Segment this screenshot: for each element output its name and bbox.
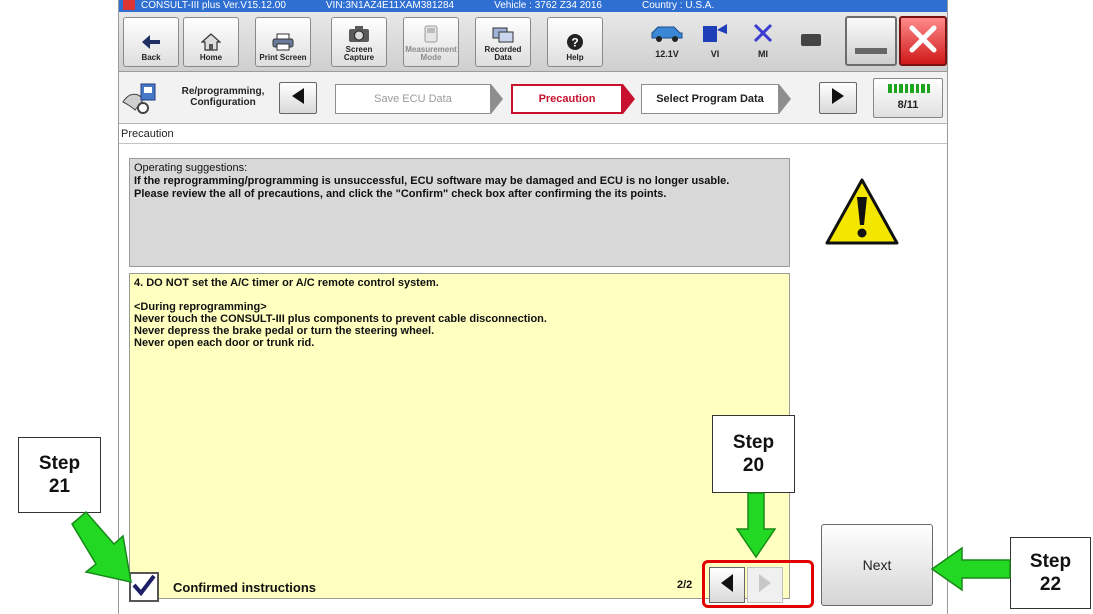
step-22-arrow-icon: [930, 546, 1011, 592]
mi-status: MI: [745, 20, 781, 64]
main-content: Operating suggestions: If the reprogramm…: [119, 145, 947, 614]
page-counter: 2/2: [677, 579, 693, 591]
confirm-label: Confirmed instructions: [173, 579, 317, 595]
step-21-arrow-icon: [71, 510, 132, 583]
progress-segment: [926, 84, 930, 93]
consult-app-window: CONSULT-III plus Ver.V15.12.00 VIN:3N1AZ…: [118, 0, 948, 614]
precaution-item: 4. DO NOT set the A/C timer or A/C remot…: [134, 277, 439, 289]
breadcrumb-bar: Re/programming, Configuration Save ECU D…: [119, 72, 947, 124]
help-icon: ?: [564, 33, 586, 51]
car-battery-icon: [650, 20, 684, 46]
app-logo-icon: [123, 0, 135, 10]
screen-capture-button[interactable]: Screen Capture: [331, 17, 387, 67]
progress-segment: [910, 84, 914, 93]
precaution-line: Never touch the CONSULT-III plus compone…: [134, 313, 547, 325]
print-screen-button[interactable]: Print Screen: [255, 17, 311, 67]
title-vin: VIN:3N1AZ4E11XAM381284: [325, 0, 455, 11]
home-icon: [200, 33, 222, 51]
help-button[interactable]: ? Help: [547, 17, 603, 67]
triangle-left-icon: [290, 87, 306, 110]
precaution-line: Never depress the brake pedal or turn th…: [134, 325, 435, 337]
breadcrumb-title: Re/programming, Configuration: [181, 86, 265, 108]
battery-indicator-icon: [801, 34, 821, 46]
progress-segment: [893, 84, 897, 93]
close-icon: [908, 24, 938, 59]
home-button[interactable]: Home: [183, 17, 239, 67]
progress-segment: [899, 84, 903, 93]
suggestion-line: Please review the all of precautions, an…: [134, 188, 667, 200]
measurement-icon: [420, 25, 442, 43]
warning-icon: [824, 177, 900, 247]
close-button[interactable]: [899, 16, 947, 66]
battery-voltage-status: 12.1V: [649, 20, 685, 64]
toolbar: Back Home Print Screen Screen Capture Me…: [119, 12, 947, 72]
progress-segment: [888, 84, 892, 93]
reprogramming-icon: [121, 80, 159, 116]
title-app-version: CONSULT-III plus Ver.V15.12.00: [141, 0, 286, 11]
back-button[interactable]: Back: [123, 17, 179, 67]
title-country: Country : U.S.A.: [642, 0, 715, 11]
step-divider-arrow: [779, 84, 791, 114]
step-21-callout: Step 21: [18, 437, 101, 513]
minimize-button[interactable]: [845, 16, 897, 66]
confirm-row: Confirmed instructions: [129, 571, 529, 603]
recorded-data-button[interactable]: Recorded Data: [475, 17, 531, 67]
suggestions-heading: Operating suggestions:: [134, 162, 248, 174]
step-precaution: Precaution: [511, 84, 623, 114]
suggestion-line: If the reprogramming/programming is unsu…: [134, 175, 730, 187]
step-progress: 8/11: [873, 78, 943, 118]
title-bar: CONSULT-III plus Ver.V15.12.00 VIN:3N1AZ…: [119, 0, 947, 12]
step-22-callout: Step 22: [1010, 537, 1091, 609]
vi-status: VI: [697, 20, 733, 64]
vi-connection-icon: [701, 20, 729, 46]
progress-segment: [915, 84, 919, 93]
step-20-arrow-icon: [735, 492, 777, 559]
step-select-program-data: Select Program Data: [641, 84, 779, 114]
progress-text: 8/11: [897, 99, 919, 111]
page-nav-highlight-box: [702, 560, 814, 608]
title-vehicle: Vehicle : 3762 Z34 2016: [494, 0, 602, 11]
progress-segment: [904, 84, 908, 93]
mi-disconnected-icon: [752, 20, 774, 46]
page-title: Precaution: [119, 124, 947, 144]
progress-segment: [921, 84, 925, 93]
printer-icon: [272, 33, 294, 51]
next-button[interactable]: Next: [821, 524, 933, 606]
recorded-data-icon: [492, 25, 514, 43]
step-20-callout: Step 20: [712, 415, 795, 493]
triangle-right-icon: [830, 87, 846, 110]
breadcrumb-back-button[interactable]: [279, 82, 317, 114]
operating-suggestions-panel: Operating suggestions: If the reprogramm…: [129, 158, 790, 267]
precaution-subheading: <During reprogramming>: [134, 301, 267, 313]
breadcrumb-forward-button[interactable]: [819, 82, 857, 114]
precaution-line: Never open each door or trunk rid.: [134, 337, 315, 349]
precaution-details-panel: 4. DO NOT set the A/C timer or A/C remot…: [129, 273, 790, 599]
camera-icon: [348, 25, 370, 43]
back-arrow-icon: [140, 33, 162, 51]
svg-text:?: ?: [571, 36, 578, 50]
step-current-arrow: [623, 84, 635, 114]
progress-bar: [888, 84, 930, 93]
measurement-mode-button[interactable]: Measurement Mode: [403, 17, 459, 67]
step-divider-arrow: [491, 84, 503, 114]
step-save-ecu-data: Save ECU Data: [335, 84, 491, 114]
minimize-icon: [855, 48, 887, 54]
